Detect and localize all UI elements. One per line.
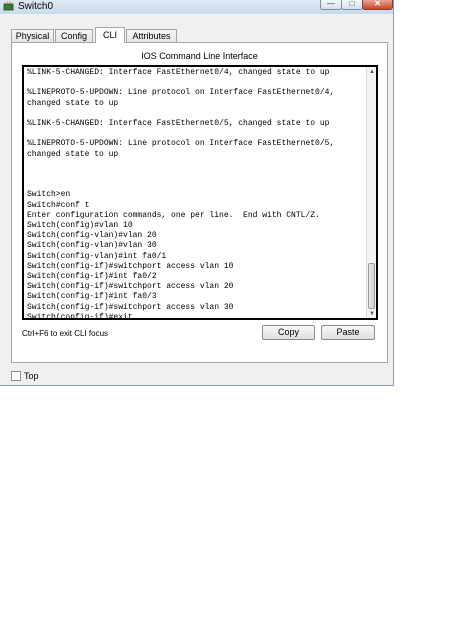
console-line: changed state to up bbox=[27, 149, 119, 159]
console-line: Switch(config)#vlan 10 bbox=[27, 221, 133, 231]
console-line: Switch(config-if)#int fa0/3 bbox=[27, 292, 157, 302]
paste-button[interactable]: Paste bbox=[321, 325, 375, 340]
window-title: Switch0 bbox=[18, 1, 54, 12]
console-line: Switch>en bbox=[27, 190, 71, 200]
console-line: Switch(config-if)#exit bbox=[27, 312, 133, 320]
tab-cli[interactable]: CLI bbox=[95, 27, 125, 43]
cli-focus-hint: Ctrl+F6 to exit CLI focus bbox=[22, 329, 109, 338]
console-output[interactable]: %LINK-5-CHANGED: Interface FastEthernet0… bbox=[27, 68, 367, 320]
switch-window: Switch0 — □ ✕ Physical Config CLI Attrib… bbox=[0, 0, 394, 386]
console-line: Switch(config-vlan)#vlan 20 bbox=[27, 231, 157, 241]
maximize-button[interactable]: □ bbox=[341, 0, 363, 10]
console-line: %LINK-5-CHANGED: Interface FastEthernet0… bbox=[27, 68, 330, 77]
tab-attributes[interactable]: Attributes bbox=[126, 29, 177, 42]
console-line: Switch(config-if)#switchport access vlan… bbox=[27, 282, 234, 292]
console-line: Switch(config-if)#switchport access vlan… bbox=[27, 302, 234, 312]
scroll-thumb[interactable] bbox=[368, 263, 375, 309]
cli-panel: IOS Command Line Interface %LINK-5-CHANG… bbox=[11, 42, 388, 363]
top-checkbox-label: Top bbox=[24, 371, 39, 381]
console-scrollbar[interactable]: ▲ ▼ bbox=[366, 67, 376, 318]
copy-button[interactable]: Copy bbox=[262, 325, 315, 340]
tab-physical[interactable]: Physical bbox=[11, 29, 54, 42]
cli-title: IOS Command Line Interface bbox=[141, 51, 258, 61]
console-line: %LINEPROTO-5-UPDOWN: Line protocol on In… bbox=[27, 139, 335, 149]
scroll-up-icon[interactable]: ▲ bbox=[369, 69, 375, 75]
console-line: Switch(config-if)#int fa0/2 bbox=[27, 272, 157, 282]
console-line: Switch(config-if)#switchport access vlan… bbox=[27, 261, 234, 271]
switch-icon bbox=[3, 1, 14, 11]
tab-config[interactable]: Config bbox=[55, 29, 93, 42]
console-line: Switch(config-vlan)#int fa0/1 bbox=[27, 251, 167, 261]
minimize-button[interactable]: — bbox=[320, 0, 342, 10]
console-line: Enter configuration commands, one per li… bbox=[27, 210, 320, 220]
console-line: changed state to up bbox=[27, 98, 119, 108]
close-button[interactable]: ✕ bbox=[362, 0, 393, 10]
top-checkbox[interactable] bbox=[11, 371, 21, 381]
title-bar[interactable]: Switch0 — □ ✕ bbox=[0, 0, 393, 14]
console-line: %LINEPROTO-5-UPDOWN: Line protocol on In… bbox=[27, 88, 335, 98]
cli-console[interactable]: %LINK-5-CHANGED: Interface FastEthernet0… bbox=[22, 65, 378, 320]
console-line: Switch(config-vlan)#vlan 30 bbox=[27, 241, 157, 251]
scroll-down-icon[interactable]: ▼ bbox=[369, 311, 375, 317]
console-line: %LINK-5-CHANGED: Interface FastEthernet0… bbox=[27, 119, 330, 129]
console-line: Switch#conf t bbox=[27, 200, 90, 210]
